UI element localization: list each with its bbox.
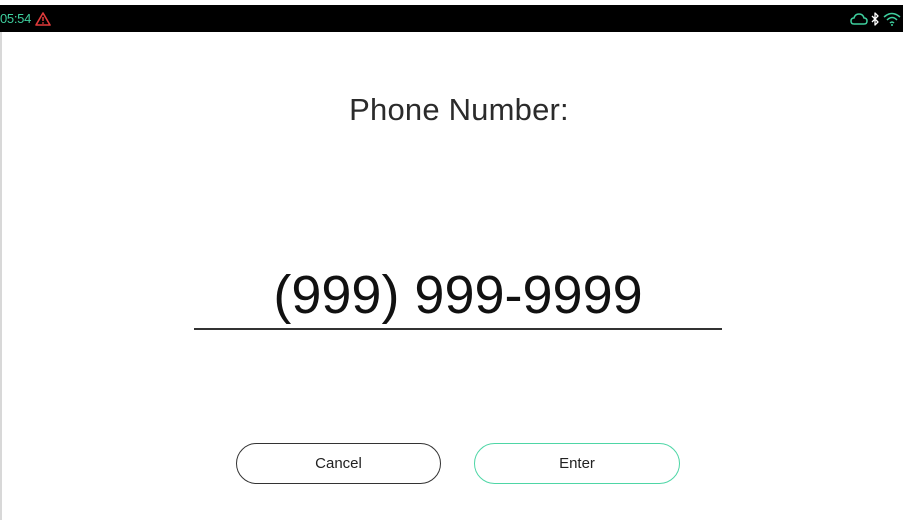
phone-number-label: Phone Number: bbox=[349, 92, 569, 127]
enter-button[interactable]: Enter bbox=[474, 443, 680, 484]
warning-icon bbox=[35, 11, 51, 26]
phone-number-input[interactable] bbox=[194, 262, 722, 330]
status-bar: 05:54 bbox=[0, 5, 903, 32]
bluetooth-icon bbox=[871, 11, 880, 26]
cloud-icon bbox=[850, 12, 868, 26]
status-right bbox=[850, 11, 903, 26]
status-left: 05:54 bbox=[0, 11, 51, 26]
status-time: 05:54 bbox=[0, 11, 32, 26]
cancel-button[interactable]: Cancel bbox=[236, 443, 441, 484]
wifi-icon bbox=[883, 12, 901, 26]
